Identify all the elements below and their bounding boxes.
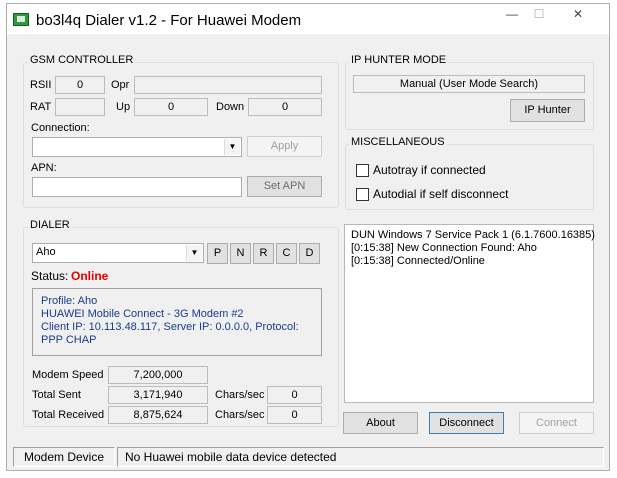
- autodial-label[interactable]: Autodial if self disconnect: [373, 187, 508, 201]
- modem-speed-label: Modem Speed: [32, 369, 104, 381]
- maximize-icon: ☐: [533, 7, 545, 21]
- profile-p-button[interactable]: P: [207, 243, 228, 264]
- chevron-down-icon: ▼: [186, 245, 202, 261]
- rssi-value: 0: [55, 76, 105, 94]
- total-sent-value: 3,171,940: [108, 386, 208, 404]
- ip-hunter-mode-value: Manual (User Mode Search): [353, 75, 585, 93]
- info-protocol-line: PPP CHAP: [41, 334, 97, 346]
- profile-select[interactable]: Aho ▼: [32, 243, 204, 263]
- rat-label: RAT: [30, 101, 52, 113]
- received-chars-sec-label: Chars/sec: [215, 409, 265, 421]
- ip-hunter-button[interactable]: IP Hunter: [510, 99, 585, 122]
- down-label: Down: [216, 101, 245, 113]
- autodial-checkbox[interactable]: [356, 188, 369, 201]
- gsm-controller-title: GSM CONTROLLER: [28, 54, 136, 66]
- sent-chars-sec-label: Chars/sec: [215, 389, 265, 401]
- status-value: Online: [71, 269, 109, 283]
- profile-c-button[interactable]: C: [276, 243, 297, 264]
- apn-label: APN:: [31, 162, 57, 174]
- up-label: Up: [116, 101, 131, 113]
- title-bar[interactable]: bo3l4q Dialer v1.2 - For Huawei Modem — …: [7, 4, 609, 34]
- dialer-title: DIALER: [28, 219, 72, 231]
- profile-n-button[interactable]: N: [230, 243, 251, 264]
- log-line: DUN Windows 7 Service Pack 1 (6.1.7600.1…: [351, 229, 595, 241]
- total-received-label: Total Received: [32, 409, 105, 421]
- ip-hunter-title: IP HUNTER MODE: [349, 54, 449, 66]
- app-icon: [13, 13, 29, 26]
- window-title: bo3l4q Dialer v1.2 - For Huawei Modem: [36, 12, 302, 29]
- maximize-button[interactable]: ☐: [526, 5, 552, 25]
- minimize-button[interactable]: —: [499, 5, 525, 25]
- info-device-line: HUAWEI Mobile Connect - 3G Modem #2: [41, 308, 244, 320]
- set-apn-button[interactable]: Set APN: [247, 176, 322, 197]
- close-icon: ✕: [572, 7, 584, 21]
- log-line: [0:15:38] Connected/Online: [351, 255, 485, 267]
- close-button[interactable]: ✕: [553, 5, 603, 25]
- received-rate-value: 0: [267, 406, 322, 424]
- chevron-down-icon: ▼: [224, 139, 240, 155]
- up-value: 0: [134, 98, 208, 116]
- sent-rate-value: 0: [267, 386, 322, 404]
- rat-value: [55, 98, 105, 116]
- main-window: bo3l4q Dialer v1.2 - For Huawei Modem — …: [6, 3, 610, 471]
- opr-label: Opr: [111, 79, 130, 91]
- connection-label: Connection:: [31, 122, 90, 134]
- about-button[interactable]: About: [343, 412, 418, 434]
- connect-button[interactable]: Connect: [519, 412, 594, 434]
- statusbar-device-status: No Huawei mobile data device detected: [117, 447, 604, 467]
- connection-info-box: Profile: Aho HUAWEI Mobile Connect - 3G …: [32, 288, 322, 356]
- connection-log[interactable]: DUN Windows 7 Service Pack 1 (6.1.7600.1…: [344, 224, 595, 403]
- apply-button[interactable]: Apply: [247, 136, 322, 157]
- info-ip-line: Client IP: 10.113.48.117, Server IP: 0.0…: [41, 321, 299, 333]
- profile-select-value: Aho: [36, 246, 56, 258]
- status-label: Status:: [31, 269, 69, 283]
- log-line: [0:15:38] New Connection Found: Aho: [351, 242, 537, 254]
- disconnect-button[interactable]: Disconnect: [429, 412, 504, 434]
- total-sent-label: Total Sent: [32, 389, 81, 401]
- down-value: 0: [248, 98, 322, 116]
- info-profile-line: Profile: Aho: [41, 295, 98, 307]
- statusbar-device-label: Modem Device: [13, 447, 115, 467]
- modem-speed-value: 7,200,000: [108, 366, 208, 384]
- operator-value: [134, 76, 322, 94]
- misc-title: MISCELLANEOUS: [349, 136, 447, 148]
- connection-select[interactable]: ▼: [32, 137, 242, 157]
- autotray-label[interactable]: Autotray if connected: [373, 163, 486, 177]
- autotray-checkbox[interactable]: [356, 164, 369, 177]
- apn-input[interactable]: [32, 177, 242, 197]
- profile-d-button[interactable]: D: [299, 243, 320, 264]
- profile-r-button[interactable]: R: [253, 243, 274, 264]
- minimize-icon: —: [506, 7, 518, 21]
- total-received-value: 8,875,624: [108, 406, 208, 424]
- rssi-label: RSII: [30, 79, 52, 91]
